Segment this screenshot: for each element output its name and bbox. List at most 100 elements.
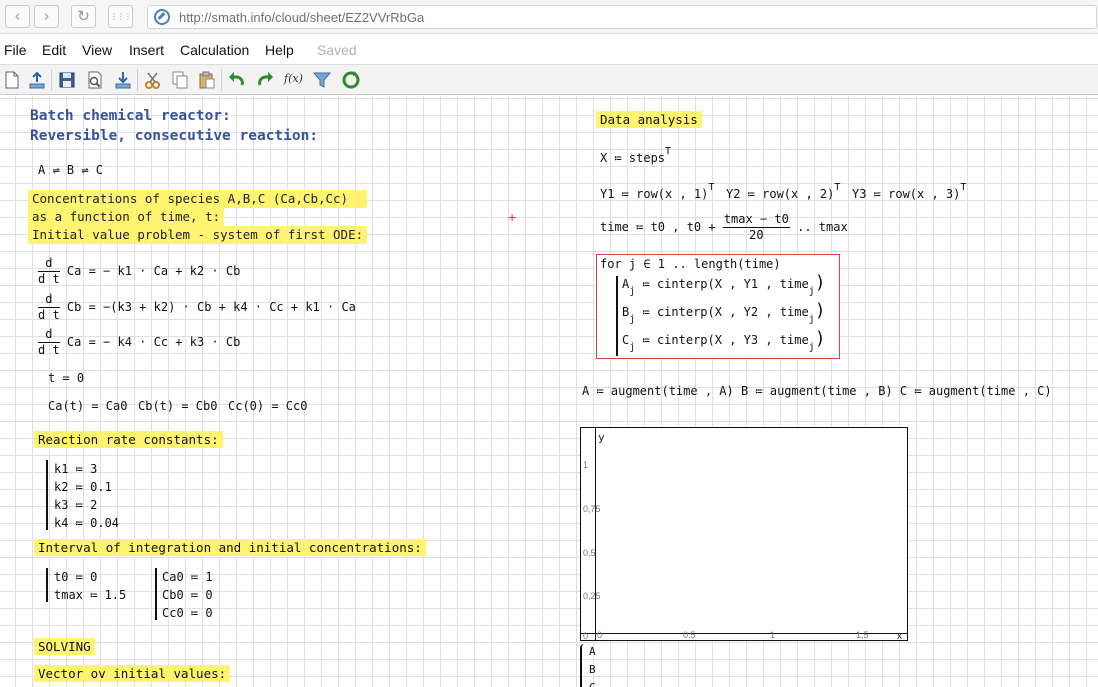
menu-help[interactable]: Help [265, 42, 294, 58]
legend-entry-b[interactable]: B [589, 663, 596, 676]
interval-tmax[interactable]: tmax ≔ 1.5 [54, 588, 126, 602]
plot-y-tick: 0,25 [583, 591, 601, 601]
plot-region[interactable]: y 1 0,75 0,5 0,25 0 0 0,5 1 1,5 x [580, 427, 908, 642]
for-statement: for j ∈ 1 .. length(time) [600, 257, 781, 271]
plot-y-tick: 0,5 [583, 548, 596, 558]
y3-expression: Y3 ≔ row(x , 3) [852, 187, 961, 201]
analysis-header[interactable]: Data analysis [596, 111, 702, 128]
initial-condition-cc[interactable]: Cc(0) = Cc0 [228, 399, 307, 413]
ode-expression: Ca = − k4 · Cc + k3 · Cb [66, 335, 241, 349]
initial-condition-ca[interactable]: Ca(t) = Ca0 [48, 399, 127, 413]
ode-expression: Ca = − k1 · Ca + k2 · Cb [66, 264, 241, 278]
apps-button[interactable]: ⋮⋮⋮ [108, 5, 133, 28]
time-range[interactable]: time ≔ t0 , t0 + tmax − t0 20 .. tmax [600, 212, 848, 243]
rates-header[interactable]: Reaction rate constants: [34, 431, 223, 448]
function-icon[interactable]: f(x) [284, 72, 310, 92]
worksheet-canvas[interactable]: Batch chemical reactor: Reversible, cons… [0, 96, 1098, 687]
plot-y-tick: 0,75 [583, 504, 601, 514]
loop-expression: ≔ cinterp(X , Y2 , time [642, 305, 809, 319]
solving-header[interactable]: SOLVING [34, 638, 95, 655]
time-fraction-denominator: 20 [749, 228, 764, 242]
reload-button[interactable]: ↻ [71, 5, 96, 28]
description-line: Initial value problem - system of first … [28, 226, 368, 244]
time-lhs: time ≔ t0 , t0 + [600, 220, 716, 234]
ode-ca[interactable]: dd t Ca = − k1 · Ca + k2 · Cb [38, 256, 240, 287]
plot-y-tick: 1 [583, 460, 589, 470]
transpose-mark: T [834, 182, 841, 193]
y1-expression: Y1 ≔ row(x , 1) [600, 187, 709, 201]
initial-condition-cb[interactable]: Cb(t) = Cb0 [138, 399, 217, 413]
for-loop-block[interactable]: for j ∈ 1 .. length(time) Aj ≔ cinterp(X… [596, 254, 840, 359]
filter-icon[interactable] [312, 70, 332, 90]
back-icon: ‹ [14, 7, 21, 25]
conc-cc0[interactable]: Cc0 ≔ 0 [162, 606, 213, 620]
ode-expression: Cb = −(k3 + k2) · Cb + k4 · Cc + k1 · Ca [66, 300, 356, 314]
interval-block-bar [46, 568, 48, 602]
reaction-scheme[interactable]: A ⇌ B ⇌ C [38, 163, 103, 177]
transpose-mark: T [665, 146, 672, 157]
ode-cb[interactable]: dd t Cb = −(k3 + k2) · Cb + k4 · Cc + k1… [38, 292, 356, 323]
menu-calculation[interactable]: Calculation [180, 42, 249, 58]
conc-ca0[interactable]: Ca0 ≔ 1 [162, 570, 213, 584]
loop-body-bar [616, 276, 618, 356]
menu-insert[interactable]: Insert [129, 42, 164, 58]
redo-icon[interactable] [255, 70, 275, 90]
menu-bar: File Edit View Insert Calculation Help S… [0, 36, 1098, 64]
description-note[interactable]: Concentrations of species A,B,C (Ca,Cb,C… [28, 190, 368, 244]
rate-k1[interactable]: k1 ≔ 3 [54, 462, 97, 476]
download-icon[interactable] [113, 70, 133, 90]
menu-edit[interactable]: Edit [42, 42, 66, 58]
menu-view[interactable]: View [82, 42, 112, 58]
save-icon[interactable] [57, 70, 77, 90]
x-assign[interactable]: X ≔ stepsT [600, 146, 671, 165]
menu-file[interactable]: File [4, 42, 27, 58]
plot-y-axis [595, 428, 596, 641]
loop-line-b: Bj ≔ cinterp(X , Y2 , timej) [622, 302, 826, 326]
undo-icon[interactable] [227, 70, 247, 90]
derivative-dt: d t [38, 343, 60, 357]
y3-assign[interactable]: Y3 ≔ row(x , 3)T [852, 182, 966, 201]
rate-k4[interactable]: k4 ≔ 0.04 [54, 516, 119, 530]
forward-button[interactable]: › [34, 5, 59, 28]
derivative-dt: d t [38, 272, 60, 286]
saved-status: Saved [317, 42, 357, 58]
legend-entry-c[interactable]: C [589, 681, 596, 687]
y2-assign[interactable]: Y2 ≔ row(x , 2)T [726, 182, 840, 201]
vector-header[interactable]: Vector ov initial values: [34, 665, 231, 682]
y1-assign[interactable]: Y1 ≔ row(x , 1)T [600, 182, 714, 201]
url-text[interactable]: http://smath.info/cloud/sheet/EZ2VVrRbGa [179, 10, 424, 25]
plot-x-tick: 0 [597, 630, 603, 640]
legend-entry-a[interactable]: A [589, 645, 596, 658]
rate-k2[interactable]: k2 ≔ 0.1 [54, 480, 112, 494]
print-preview-icon[interactable] [85, 70, 105, 90]
interval-header[interactable]: Interval of integration and initial conc… [34, 539, 426, 556]
conc-cb0[interactable]: Cb0 ≔ 0 [162, 588, 213, 602]
rates-block-bar [46, 460, 48, 530]
loop-expression: ≔ cinterp(X , Y1 , time [642, 277, 809, 291]
paste-icon[interactable] [197, 70, 217, 90]
new-document-icon[interactable] [2, 70, 22, 90]
loop-subscript: j [808, 286, 815, 297]
augment-line[interactable]: A ≔ augment(time , A) B ≔ augment(time ,… [582, 384, 1052, 398]
loop-subscript: j [629, 286, 636, 297]
recalculate-icon[interactable] [341, 70, 361, 90]
plot-x-tick: 0,5 [683, 630, 696, 640]
interval-t0[interactable]: t0 ≔ 0 [54, 570, 97, 584]
address-bar[interactable]: http://smath.info/cloud/sheet/EZ2VVrRbGa [147, 5, 1097, 29]
cut-icon[interactable] [143, 70, 163, 90]
back-button[interactable]: ‹ [5, 5, 30, 28]
time-zero[interactable]: t = 0 [48, 371, 84, 385]
derivative-d: d [38, 256, 60, 272]
forward-icon: › [43, 7, 50, 25]
copy-icon[interactable] [170, 70, 190, 90]
time-rhs: .. tmax [797, 220, 848, 234]
insertion-cursor: + [508, 209, 517, 225]
sheet-subtitle: Reversible, consecutive reaction: [30, 128, 319, 144]
loop-subscript: j [808, 342, 815, 353]
loop-expression: ≔ cinterp(X , Y3 , time [642, 333, 809, 347]
rate-k3[interactable]: k3 ≔ 2 [54, 498, 97, 512]
loop-subscript: j [629, 342, 636, 353]
browser-toolbar: ‹ › ↻ ⋮⋮⋮ http://smath.info/cloud/sheet/… [0, 0, 1098, 34]
open-icon[interactable] [27, 70, 47, 90]
ode-cc[interactable]: dd t Ca = − k4 · Cc + k3 · Cb [38, 327, 240, 358]
